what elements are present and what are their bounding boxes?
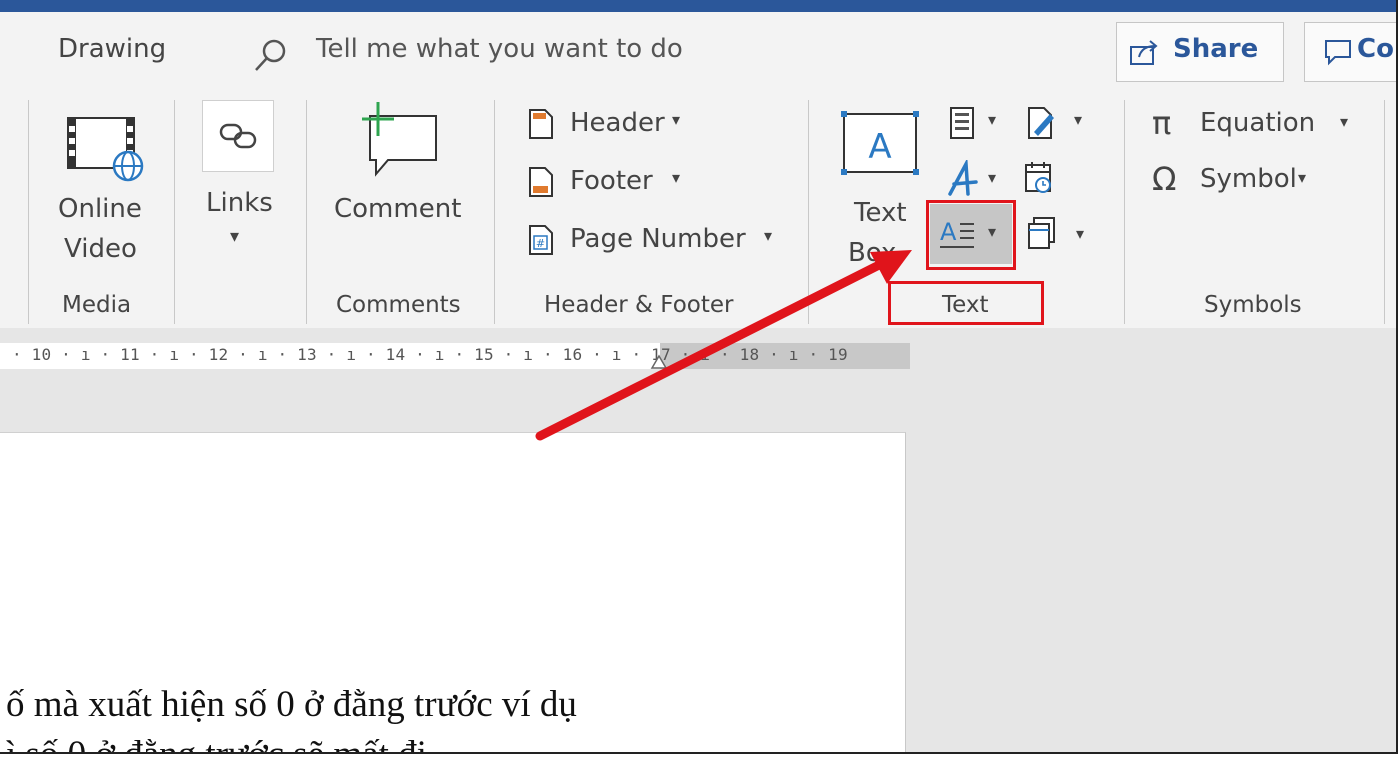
word-window: Drawing Tell me what you want to do Shar… bbox=[0, 0, 1398, 754]
